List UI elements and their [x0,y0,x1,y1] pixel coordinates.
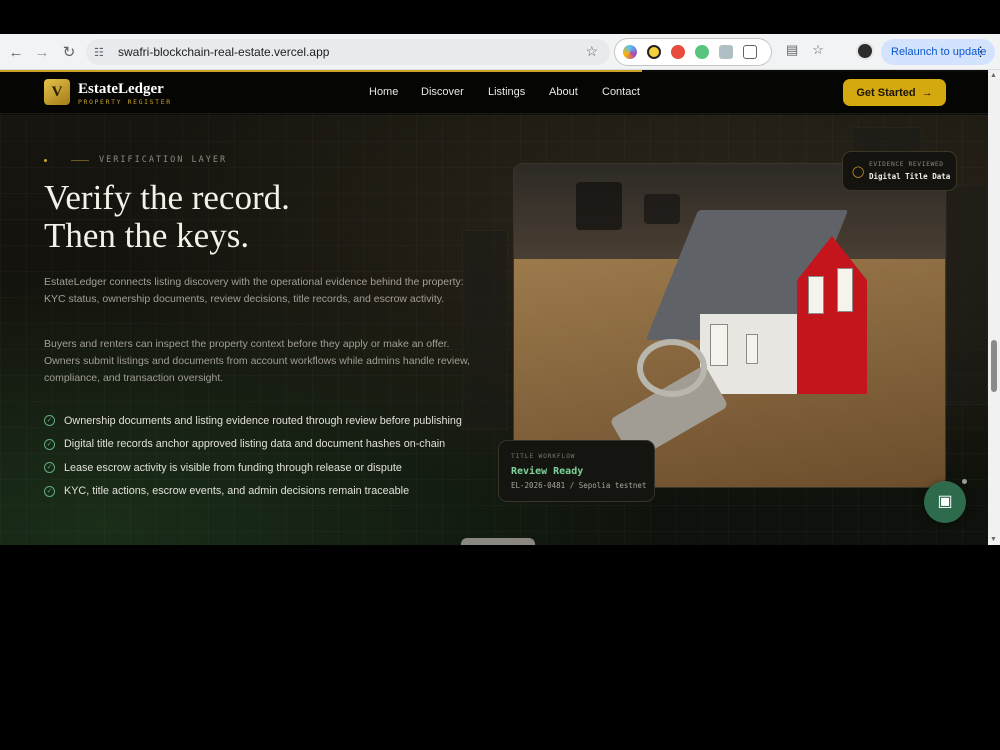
title-workflow-card: TITLE WORKFLOW Review Ready EL-2026-0481… [498,440,655,502]
workflow-label: TITLE WORKFLOW [511,453,576,460]
hero-section: VERIFICATION LAYER Verify the record. Th… [0,115,988,545]
extensions-puzzle-icon[interactable] [743,45,757,59]
page-viewport: V EstateLedger PROPERTY REGISTER Home Di… [0,70,988,545]
browser-toolbar: ← → ↻ ☷ swafri-blockchain-real-estate.ve… [0,34,1000,70]
extension-5-icon[interactable] [719,45,733,59]
url-text[interactable]: swafri-blockchain-real-estate.vercel.app [118,45,329,59]
reload-icon[interactable]: ↻ [56,39,82,65]
house-window [746,334,758,364]
logo-tagline: PROPERTY REGISTER [78,98,172,106]
site-settings-icon[interactable]: ☷ [94,46,112,59]
checklist-item: ✓ KYC, title actions, escrow events, and… [44,480,462,504]
arrow-right-icon: → [921,86,933,99]
extensions-bar [614,38,772,66]
workflow-status: Review Ready [511,466,584,477]
headline-line-1: Verify the record. [44,178,290,217]
scroll-down-icon[interactable]: ▼ [990,536,997,543]
checklist-item: ✓ Ownership documents and listing eviden… [44,409,462,433]
scroll-up-icon[interactable]: ▲ [990,72,997,79]
nav-link-about[interactable]: About [549,86,578,98]
shield-check-icon: ◯ [852,166,865,178]
checklist-text: Lease escrow activity is visible from fu… [64,461,402,474]
menu-dots-icon[interactable]: ⋮ [974,44,987,60]
extension-4-icon[interactable] [695,45,709,59]
checklist-text: Ownership documents and listing evidence… [64,414,462,427]
key-ring [637,339,707,397]
get-started-button[interactable]: Get Started → [843,79,946,106]
robot-icon: ▣ [937,493,953,510]
background-chair [576,182,622,230]
forward-icon[interactable]: → [29,39,55,65]
scrollbar-thumb[interactable] [991,340,997,392]
background-building [462,230,508,430]
extension-1-icon[interactable] [623,45,637,59]
background-building [946,185,988,405]
evidence-value: Digital Title Data [869,172,951,181]
extension-3-icon[interactable] [671,45,685,59]
evidence-label: EVIDENCE REVIEWED [869,161,944,168]
hero-paragraph-1: EstateLedger connects listing discovery … [44,276,464,305]
headline-line-2: Then the keys. [44,216,250,255]
relaunch-button[interactable]: Relaunch to update ⋮ [881,39,995,65]
eyebrow-text: VERIFICATION LAYER [99,155,228,165]
checklist-item: ✓ Lease escrow activity is visible from … [44,456,462,480]
logo-name[interactable]: EstateLedger [78,81,164,98]
checklist-text: Digital title records anchor approved li… [64,438,446,451]
get-started-label: Get Started [856,86,916,99]
check-circle-icon: ✓ [44,485,55,497]
check-circle-icon: ✓ [44,415,55,427]
page-scrollbar[interactable]: ▲ ▼ [988,70,1000,545]
hero-paragraph-2: Buyers and renters can inspect the prope… [44,338,471,384]
nav-link-listings[interactable]: Listings [488,86,525,98]
eyebrow-dot [44,158,47,162]
background-chair [644,194,680,224]
house-window [837,268,853,312]
house-window [710,324,728,366]
relaunch-label: Relaunch to update [891,46,987,58]
bookmarks-icon[interactable]: ☆ [812,42,824,58]
chatbot-status-dot [962,479,967,484]
house-window [808,276,824,314]
nav-link-discover[interactable]: Discover [421,86,464,98]
bookmark-star-icon[interactable]: ☆ [585,43,598,60]
extension-2-icon[interactable] [647,45,661,59]
check-circle-icon: ✓ [44,438,55,450]
scroll-progress-bar [0,70,642,72]
reading-mode-icon[interactable]: ▤ [786,42,798,58]
toolbar-icons: ▤ ☆ [786,42,824,58]
nav-link-contact[interactable]: Contact [602,86,640,98]
feature-checklist: ✓ Ownership documents and listing eviden… [44,409,462,503]
hero-headline: Verify the record. Then the keys. [44,179,290,255]
profile-avatar[interactable] [856,42,874,60]
workflow-reference: EL-2026-0481 / Sepolia testnet [511,481,647,490]
section-eyebrow: VERIFICATION LAYER [44,155,227,165]
checklist-item: ✓ Digital title records anchor approved … [44,433,462,457]
evidence-reviewed-card: ◯ EVIDENCE REVIEWED Digital Title Data [842,151,957,191]
eyebrow-line [71,159,89,161]
scroll-indicator-tab[interactable] [461,538,535,545]
address-bar[interactable]: ☷ swafri-blockchain-real-estate.vercel.a… [86,39,610,65]
chatbot-button[interactable]: ▣ [924,481,966,523]
check-circle-icon: ✓ [44,462,55,474]
logo-badge[interactable]: V [44,79,70,105]
back-icon[interactable]: ← [3,39,29,65]
site-header: V EstateLedger PROPERTY REGISTER Home Di… [0,72,988,114]
checklist-text: KYC, title actions, escrow events, and a… [64,485,410,498]
nav-link-home[interactable]: Home [369,86,398,98]
